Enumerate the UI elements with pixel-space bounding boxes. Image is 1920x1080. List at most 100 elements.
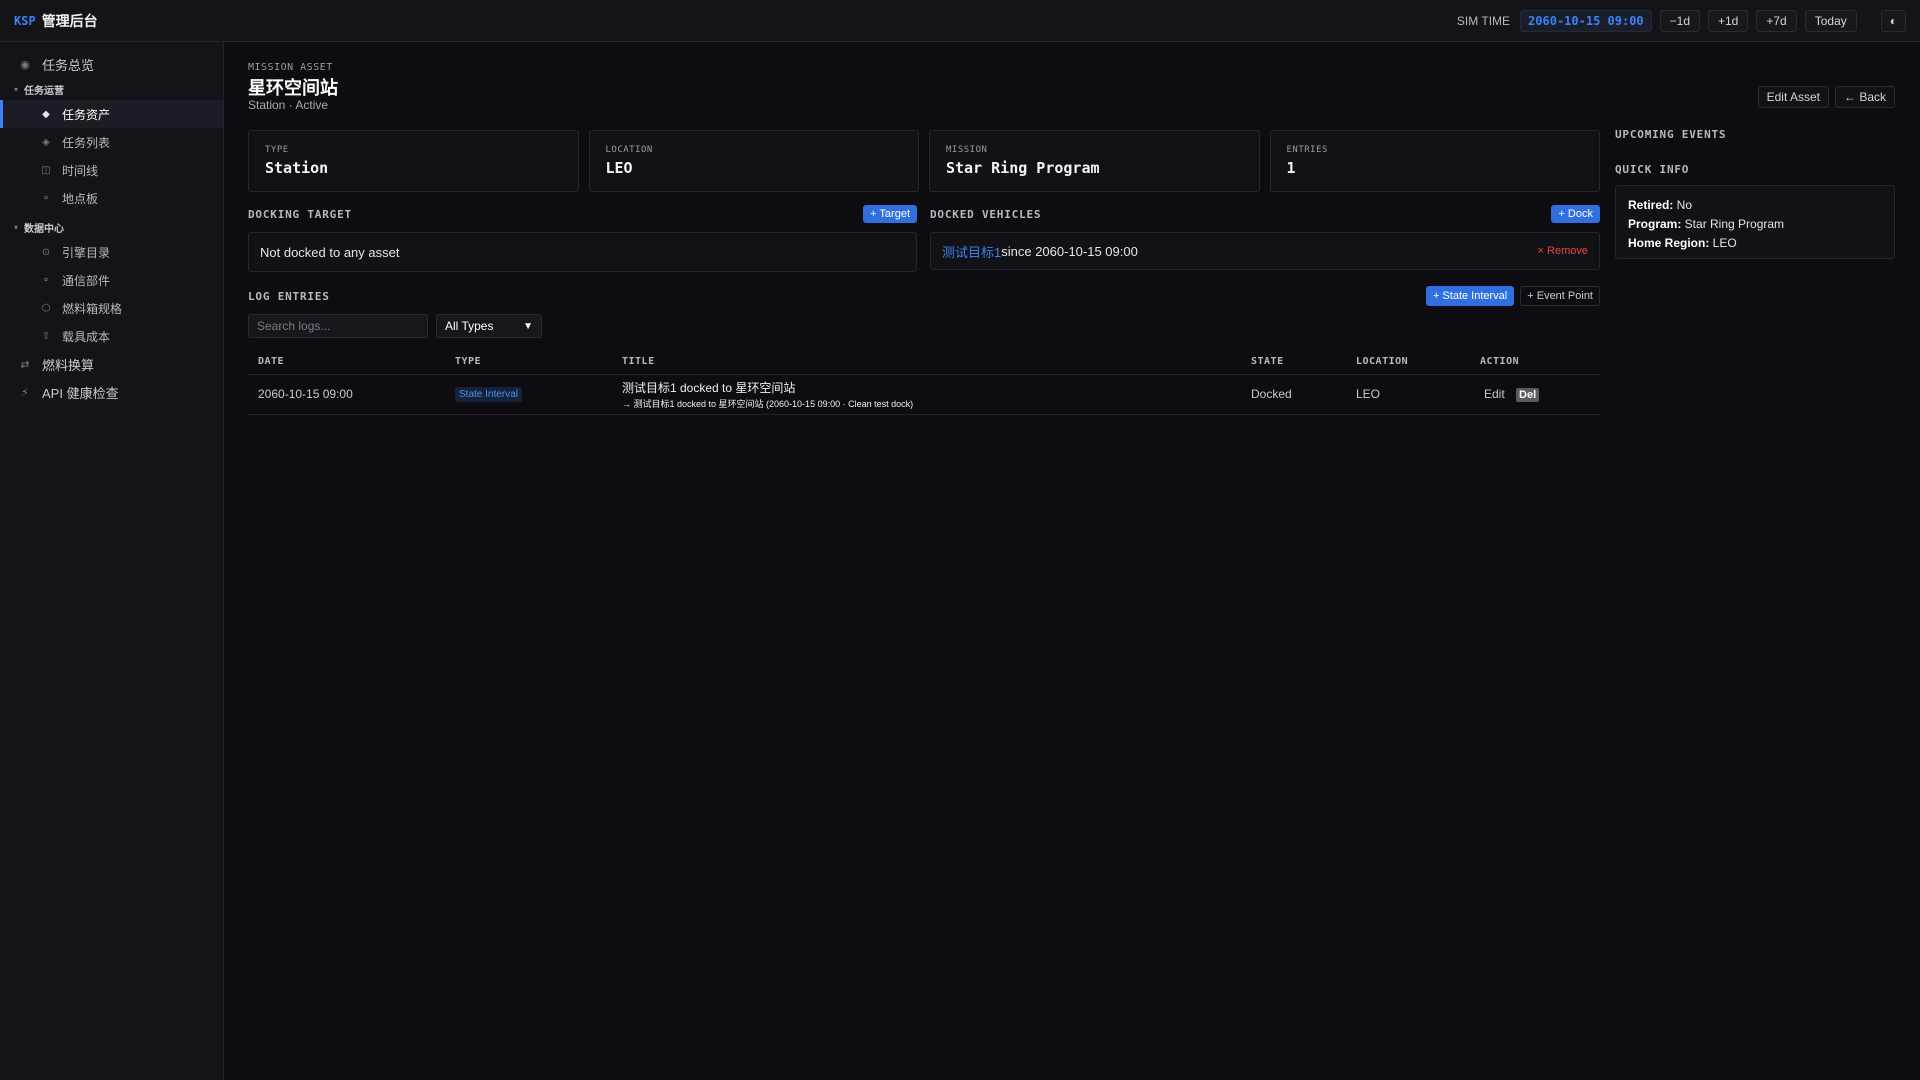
timeline-icon: ◫ bbox=[41, 164, 51, 176]
card-value: LEO bbox=[605, 159, 633, 177]
log-entries-label: LOG ENTRIES bbox=[248, 289, 330, 303]
column-header-action: ACTION bbox=[1470, 350, 1600, 375]
sidebar-item-engine-catalog[interactable]: ⊙ 引擎目录 bbox=[0, 238, 223, 266]
column-header-title: TITLE bbox=[612, 350, 1241, 375]
bolt-icon: ⚡ bbox=[21, 386, 29, 399]
sidebar-item-label: 时间线 bbox=[62, 163, 99, 178]
docking-target-label: DOCKING TARGET bbox=[248, 207, 352, 221]
search-logs-input[interactable] bbox=[248, 314, 428, 338]
row-state: Docked bbox=[1241, 374, 1346, 415]
today-button[interactable]: Today bbox=[1804, 9, 1857, 32]
page-eyebrow: MISSION ASSET bbox=[248, 62, 333, 73]
docked-vehicle-since: since 2060-10-15 09:00 bbox=[1001, 243, 1138, 259]
type-filter-value: All Types bbox=[445, 319, 494, 333]
hexagon-icon: ⬡ bbox=[41, 302, 51, 314]
quick-info-key: Home Region: bbox=[1628, 236, 1710, 250]
quick-info-box: Retired: No Program: Star Ring Program H… bbox=[1615, 185, 1895, 259]
sidebar-item-label: 载具成本 bbox=[62, 329, 111, 344]
sidebar-item-fuel-calc[interactable]: ⇄ 燃料换算 bbox=[0, 350, 223, 378]
quick-info-retired: Retired: No bbox=[1628, 196, 1882, 215]
back-button[interactable]: ← Back bbox=[1834, 86, 1895, 108]
add-state-interval-button[interactable]: + State Interval bbox=[1425, 286, 1515, 306]
row-title-detail: → 测试目标1 docked to 星环空间站 (2060-10-15 09:0… bbox=[622, 398, 914, 409]
sidebar-item-timeline[interactable]: ◫ 时间线 bbox=[0, 156, 223, 184]
add-dock-button[interactable]: + Dock bbox=[1551, 205, 1600, 223]
column-header-location: LOCATION bbox=[1346, 350, 1470, 375]
swap-icon: ⇄ bbox=[20, 358, 30, 371]
upload-arrow-icon: ⇧ bbox=[41, 330, 51, 342]
docked-vehicle-link[interactable]: 测试目标1 bbox=[942, 242, 1001, 261]
sidebar-item-label: 任务总览 bbox=[42, 57, 95, 73]
sidebar-item-fuel-tanks[interactable]: ⬡ 燃料箱规格 bbox=[0, 294, 223, 322]
edit-entry-button[interactable]: Edit bbox=[1484, 387, 1505, 401]
sidebar-item-label: 地点板 bbox=[62, 191, 99, 206]
sim-time-label: SIM TIME bbox=[1456, 13, 1511, 28]
sidebar-group-label: 任务运营 bbox=[24, 85, 65, 97]
minus-1d-button[interactable]: −1d bbox=[1659, 9, 1700, 32]
upcoming-events-label: UPCOMING EVENTS bbox=[1615, 128, 1727, 141]
card-mission: MISSION Star Ring Program bbox=[929, 130, 1260, 192]
brand[interactable]: KSP 管理后台 bbox=[14, 11, 98, 31]
theme-toggle-icon[interactable]: ◐ bbox=[1880, 9, 1906, 32]
docking-target-header: DOCKING TARGET + Target bbox=[248, 204, 917, 224]
row-date: 2060-10-15 09:00 bbox=[248, 374, 445, 415]
sidebar-item-label: 燃料换算 bbox=[42, 357, 95, 373]
card-value: 1 bbox=[1286, 159, 1296, 177]
main-content: MISSION ASSET 星环空间站 Station · Active TYP… bbox=[248, 42, 1600, 1080]
sidebar-item-label: 燃料箱规格 bbox=[62, 301, 123, 316]
row-title: 测试目标1 docked to 星环空间站 → 测试目标1 docked to … bbox=[612, 374, 1241, 415]
edit-asset-button[interactable]: Edit Asset bbox=[1757, 86, 1829, 108]
quick-info-value: Star Ring Program bbox=[1681, 217, 1785, 231]
docked-vehicles-label: DOCKED VEHICLES bbox=[930, 207, 1042, 221]
quick-info-key: Program: bbox=[1628, 217, 1682, 231]
top-bar: KSP 管理后台 SIM TIME 2060-10-15 09:00 −1d +… bbox=[0, 0, 1920, 42]
quick-info-label: QUICK INFO bbox=[1615, 163, 1690, 176]
sidebar-item-location-board[interactable]: ⚬ 地点板 bbox=[0, 184, 223, 212]
log-actions: + State Interval + Event Point bbox=[1425, 286, 1600, 306]
remove-dock-button[interactable]: × Remove bbox=[1538, 245, 1588, 257]
sidebar-item-mission-list[interactable]: ◈ 任务列表 bbox=[0, 128, 223, 156]
card-value: Star Ring Program bbox=[946, 159, 1100, 177]
plus-7d-button[interactable]: +7d bbox=[1756, 9, 1797, 32]
engine-icon: ⊙ bbox=[41, 246, 51, 258]
row-actions: Edit Del bbox=[1470, 374, 1600, 415]
card-label: MISSION bbox=[946, 145, 988, 155]
sidebar-item-mission-assets[interactable]: ◆ 任务资产 bbox=[0, 100, 223, 128]
sidebar: ◉ 任务总览 ▾ 任务运营 ◆ 任务资产 ◈ 任务列表 ◫ 时间线 ⚬ 地点板 … bbox=[0, 42, 224, 1080]
page-title: 星环空间站 bbox=[248, 78, 338, 98]
log-entries-header: LOG ENTRIES + State Interval + Event Poi… bbox=[248, 286, 1600, 306]
type-filter-select[interactable]: All Types ▼ bbox=[436, 314, 542, 338]
list-icon: ◈ bbox=[42, 136, 50, 148]
delete-entry-button[interactable]: Del bbox=[1516, 387, 1540, 402]
plus-1d-button[interactable]: +1d bbox=[1708, 9, 1749, 32]
sidebar-item-api-health[interactable]: ⚡ API 健康检查 bbox=[0, 378, 223, 406]
table-row[interactable]: 2060-10-15 09:00 State Interval 测试目标1 do… bbox=[248, 374, 1600, 415]
sidebar-item-overview[interactable]: ◉ 任务总览 bbox=[0, 50, 223, 78]
add-event-point-button[interactable]: + Event Point bbox=[1520, 286, 1600, 306]
sidebar-group-ops[interactable]: ▾ 任务运营 bbox=[0, 78, 223, 100]
table-header-row: DATE TYPE TITLE STATE LOCATION ACTION bbox=[248, 350, 1600, 375]
card-value: Station bbox=[265, 159, 329, 177]
location-icon: ⚬ bbox=[41, 192, 51, 204]
sidebar-item-label: 任务资产 bbox=[62, 107, 111, 122]
antenna-icon: ⚬ bbox=[41, 274, 51, 286]
add-target-button[interactable]: + Target bbox=[863, 205, 917, 223]
sidebar-item-label: 任务列表 bbox=[62, 135, 111, 150]
asset-actions: Edit Asset ← Back bbox=[1615, 86, 1895, 108]
sidebar-item-label: 引擎目录 bbox=[62, 245, 111, 260]
right-panel: Edit Asset ← Back UPCOMING EVENTS QUICK … bbox=[1615, 42, 1895, 1080]
brand-code: KSP bbox=[14, 13, 36, 28]
sidebar-item-comms-parts[interactable]: ⚬ 通信部件 bbox=[0, 266, 223, 294]
log-table: DATE TYPE TITLE STATE LOCATION ACTION 20… bbox=[248, 350, 1600, 415]
sidebar-item-label: 通信部件 bbox=[62, 273, 111, 288]
quick-info-value: No bbox=[1673, 198, 1693, 212]
card-label: TYPE bbox=[265, 145, 289, 155]
quick-info-value: LEO bbox=[1709, 236, 1737, 250]
column-header-state: STATE bbox=[1241, 350, 1346, 375]
page-subtitle: Station · Active bbox=[248, 98, 329, 112]
sidebar-group-data[interactable]: ▾ 数据中心 bbox=[0, 216, 223, 238]
quick-info-program: Program: Star Ring Program bbox=[1628, 215, 1882, 234]
summary-cards: TYPE Station LOCATION LEO MISSION Star R… bbox=[248, 130, 1600, 192]
sim-controls: SIM TIME 2060-10-15 09:00 −1d +1d +7d To… bbox=[1456, 9, 1906, 32]
sidebar-item-vehicle-cost[interactable]: ⇧ 载具成本 bbox=[0, 322, 223, 350]
